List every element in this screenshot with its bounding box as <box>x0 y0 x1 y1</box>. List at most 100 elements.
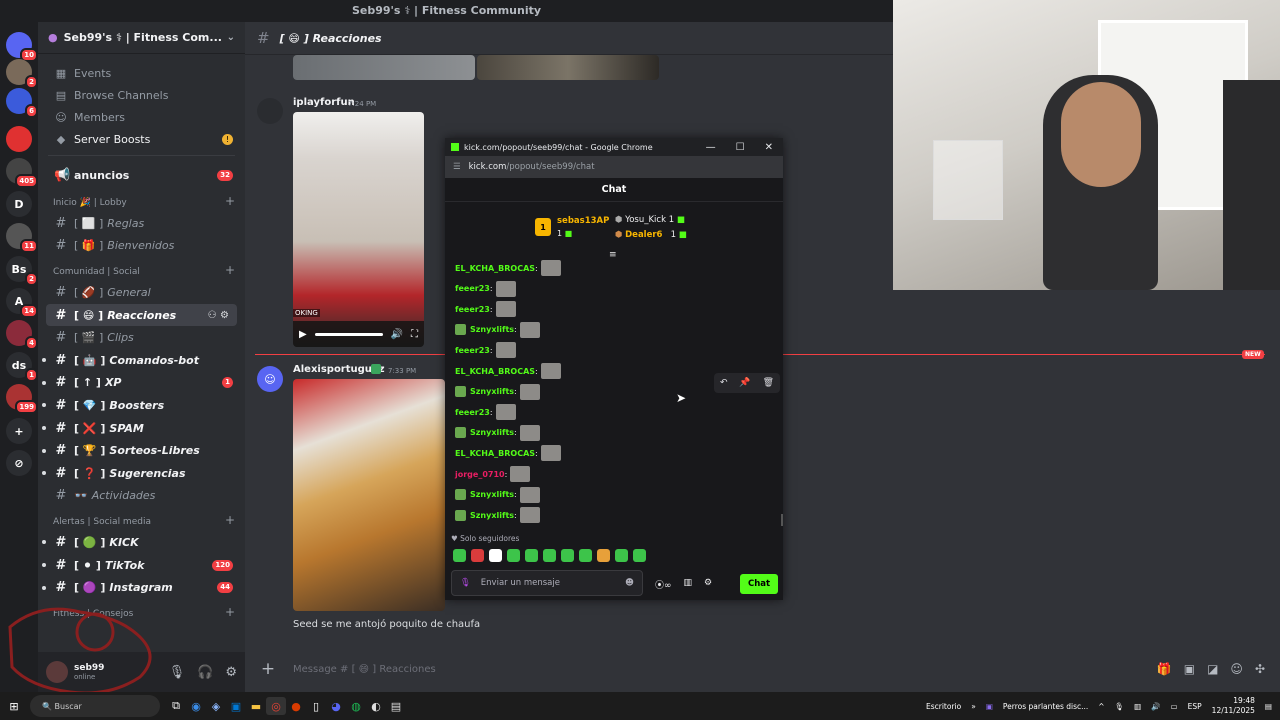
microphone-icon[interactable]: 🎙 <box>1115 702 1125 711</box>
chat-username[interactable]: feeer23 <box>455 408 490 417</box>
chat-username[interactable]: Sznyxlifts <box>470 490 514 499</box>
server-icon[interactable]: 4 <box>6 320 38 350</box>
leader-name[interactable]: sebas13AP <box>557 216 609 226</box>
channel-kick[interactable]: # [ 🟢 ] KICK <box>38 531 245 554</box>
chat-line[interactable]: Sznyxlifts: <box>455 321 540 339</box>
windows-start-icon[interactable]: ⊞ <box>4 697 24 715</box>
category-comunidad[interactable]: Comunidad | Social + <box>38 257 245 281</box>
channel-general[interactable]: # [ 🏈 ] General <box>38 281 245 304</box>
server-icon[interactable]: 405 <box>6 158 38 188</box>
server-icon[interactable]: 11 <box>6 223 38 253</box>
file-icon[interactable]: ▯ <box>306 697 326 715</box>
site-info-icon[interactable]: ☰ <box>453 162 461 172</box>
chat-line[interactable]: jorge_0710: <box>455 465 531 483</box>
avatar[interactable] <box>257 98 283 124</box>
channel-reacciones[interactable]: # [ 😄 ] Reacciones ⚇ ⚙ <box>46 303 237 327</box>
app-icon[interactable]: ▤ <box>386 697 406 715</box>
discord-icon[interactable]: ◕ <box>326 697 346 715</box>
close-icon[interactable]: ✕ <box>765 142 773 153</box>
avatar[interactable] <box>46 661 68 683</box>
taskbar-search[interactable]: 🔍 Buscar <box>30 695 160 717</box>
add-channel-icon[interactable]: + <box>225 194 235 208</box>
server-icon[interactable]: D <box>6 191 32 217</box>
sticker-icon[interactable]: ◪ <box>1207 662 1218 676</box>
gift-icon[interactable]: 🎁 <box>1157 662 1172 676</box>
server-icon[interactable] <box>6 126 32 152</box>
media-title[interactable]: Perros parlantes disc... <box>1003 702 1088 711</box>
nav-server-boosts[interactable]: ◆ Server Boosts! <box>38 128 245 150</box>
notification-icon[interactable]: ▤ <box>1265 702 1272 711</box>
discord-home-icon[interactable]: 10 <box>6 32 38 62</box>
headset-icon[interactable]: 🎧 <box>197 665 213 680</box>
emote-icon[interactable] <box>453 549 466 562</box>
expand-icon[interactable]: ≡ <box>609 250 617 260</box>
server-icon[interactable]: Bs 2 <box>6 256 38 286</box>
channel-reglas[interactable]: # [ ⬜ ] Reglas <box>38 212 245 235</box>
server-icon[interactable]: ds 1 <box>6 352 38 382</box>
image-attachment[interactable] <box>477 55 659 80</box>
chat-line[interactable]: EL_KCHA_BROCAS: <box>455 444 561 462</box>
emote-icon[interactable] <box>471 549 484 562</box>
channel-instagram[interactable]: # [ 🟣 ] Instagram 44 <box>38 576 245 599</box>
powerpoint-icon[interactable]: ● <box>286 697 306 715</box>
channel-boosters[interactable]: # [ 💎 ] Boosters <box>38 394 245 417</box>
maximize-icon[interactable]: ☐ <box>736 142 745 153</box>
scrollbar[interactable] <box>781 514 783 526</box>
avatar[interactable]: ☺ <box>257 366 283 392</box>
chat-line[interactable]: feeer23: <box>455 341 516 359</box>
chat-username[interactable]: EL_KCHA_BROCAS <box>455 264 535 273</box>
emote-icon[interactable] <box>507 549 520 562</box>
add-attachment-icon[interactable]: + <box>255 659 281 679</box>
gif-icon[interactable]: ▣ <box>1184 662 1195 676</box>
chat-line[interactable]: feeer23: <box>455 403 516 421</box>
emote-icon[interactable] <box>633 549 646 562</box>
url-bar[interactable]: ☰ kick.com/popout/seeb99/chat <box>445 156 783 178</box>
video-progress[interactable] <box>314 332 383 336</box>
leader-entry[interactable]: ⬢ Yosu_Kick 1 ■ <box>615 215 685 225</box>
chat-line[interactable]: EL_KCHA_BROCAS: <box>455 362 561 380</box>
chat-username[interactable]: feeer23 <box>455 305 490 314</box>
video-attachment[interactable]: OKING ▶ 🔊 ⛶ <box>293 112 424 347</box>
chat-username[interactable]: feeer23 <box>455 346 490 355</box>
server-name-header[interactable]: ● Seb99's ⚕ | Fitness Com... ⌄ <box>38 22 245 54</box>
explore-icon[interactable]: ⊘ <box>6 450 32 476</box>
clock[interactable]: 19:48 12/11/2025 <box>1212 696 1255 716</box>
chat-line[interactable]: Sznyxlifts: <box>455 424 540 442</box>
minimize-icon[interactable]: — <box>706 142 716 153</box>
apps-icon[interactable]: ✣ <box>1255 662 1265 676</box>
chat-line[interactable]: feeer23: <box>455 300 516 318</box>
chat-username[interactable]: Sznyxlifts <box>470 325 514 334</box>
leader-entry[interactable]: ⬢ Dealer6 1 ■ <box>615 230 687 240</box>
image-attachment[interactable] <box>293 55 475 80</box>
chevron-icon[interactable]: » <box>971 702 976 711</box>
chevron-down-icon[interactable]: ⌄ <box>227 32 235 43</box>
emote-icon[interactable] <box>579 549 592 562</box>
gear-icon[interactable]: ⚙ <box>225 665 237 680</box>
reply-icon[interactable]: ↶ <box>720 378 728 388</box>
channel-settings-icon[interactable]: ⚇ ⚙ <box>208 310 229 321</box>
battery-icon[interactable]: ▭ <box>1171 702 1178 711</box>
chat-username[interactable]: Sznyxlifts <box>470 511 514 520</box>
image-attachment[interactable] <box>293 379 445 611</box>
bits-icon[interactable]: ⦿∞ <box>655 578 672 591</box>
channel-clips[interactable]: # [ 🎬 ] Clips <box>38 326 245 349</box>
nav-members[interactable]: ☺ Members <box>38 106 245 128</box>
emote-icon[interactable] <box>561 549 574 562</box>
edge-icon[interactable]: ◉ <box>186 697 206 715</box>
channel-spam[interactable]: # [ ❌ ] SPAM <box>38 417 245 440</box>
task-view-icon[interactable]: ⧉ <box>166 697 186 715</box>
chat-line[interactable]: Sznyxlifts: <box>455 383 540 401</box>
channel-tiktok[interactable]: # [ ⚫ ] TikTok 120 <box>38 554 245 577</box>
pin-icon[interactable]: 📌 <box>739 378 750 388</box>
file-explorer-icon[interactable]: ▬ <box>246 697 266 715</box>
category-alertas[interactable]: Alertas | Social media + <box>38 507 245 531</box>
chat-username[interactable]: Sznyxlifts <box>470 387 514 396</box>
chat-line[interactable]: feeer23: <box>455 280 516 298</box>
server-icon[interactable]: A 14 <box>6 288 38 318</box>
desktop-label[interactable]: Escritorio <box>926 702 961 711</box>
obs-icon[interactable]: ◐ <box>366 697 386 715</box>
category-fitness[interactable]: Fitness | Consejos + <box>38 599 245 623</box>
channel-xp[interactable]: # [ ↑ ] XP 1 <box>38 372 245 395</box>
add-server-icon[interactable]: + <box>6 418 32 444</box>
message-username[interactable]: iplayforfun <box>293 97 355 108</box>
